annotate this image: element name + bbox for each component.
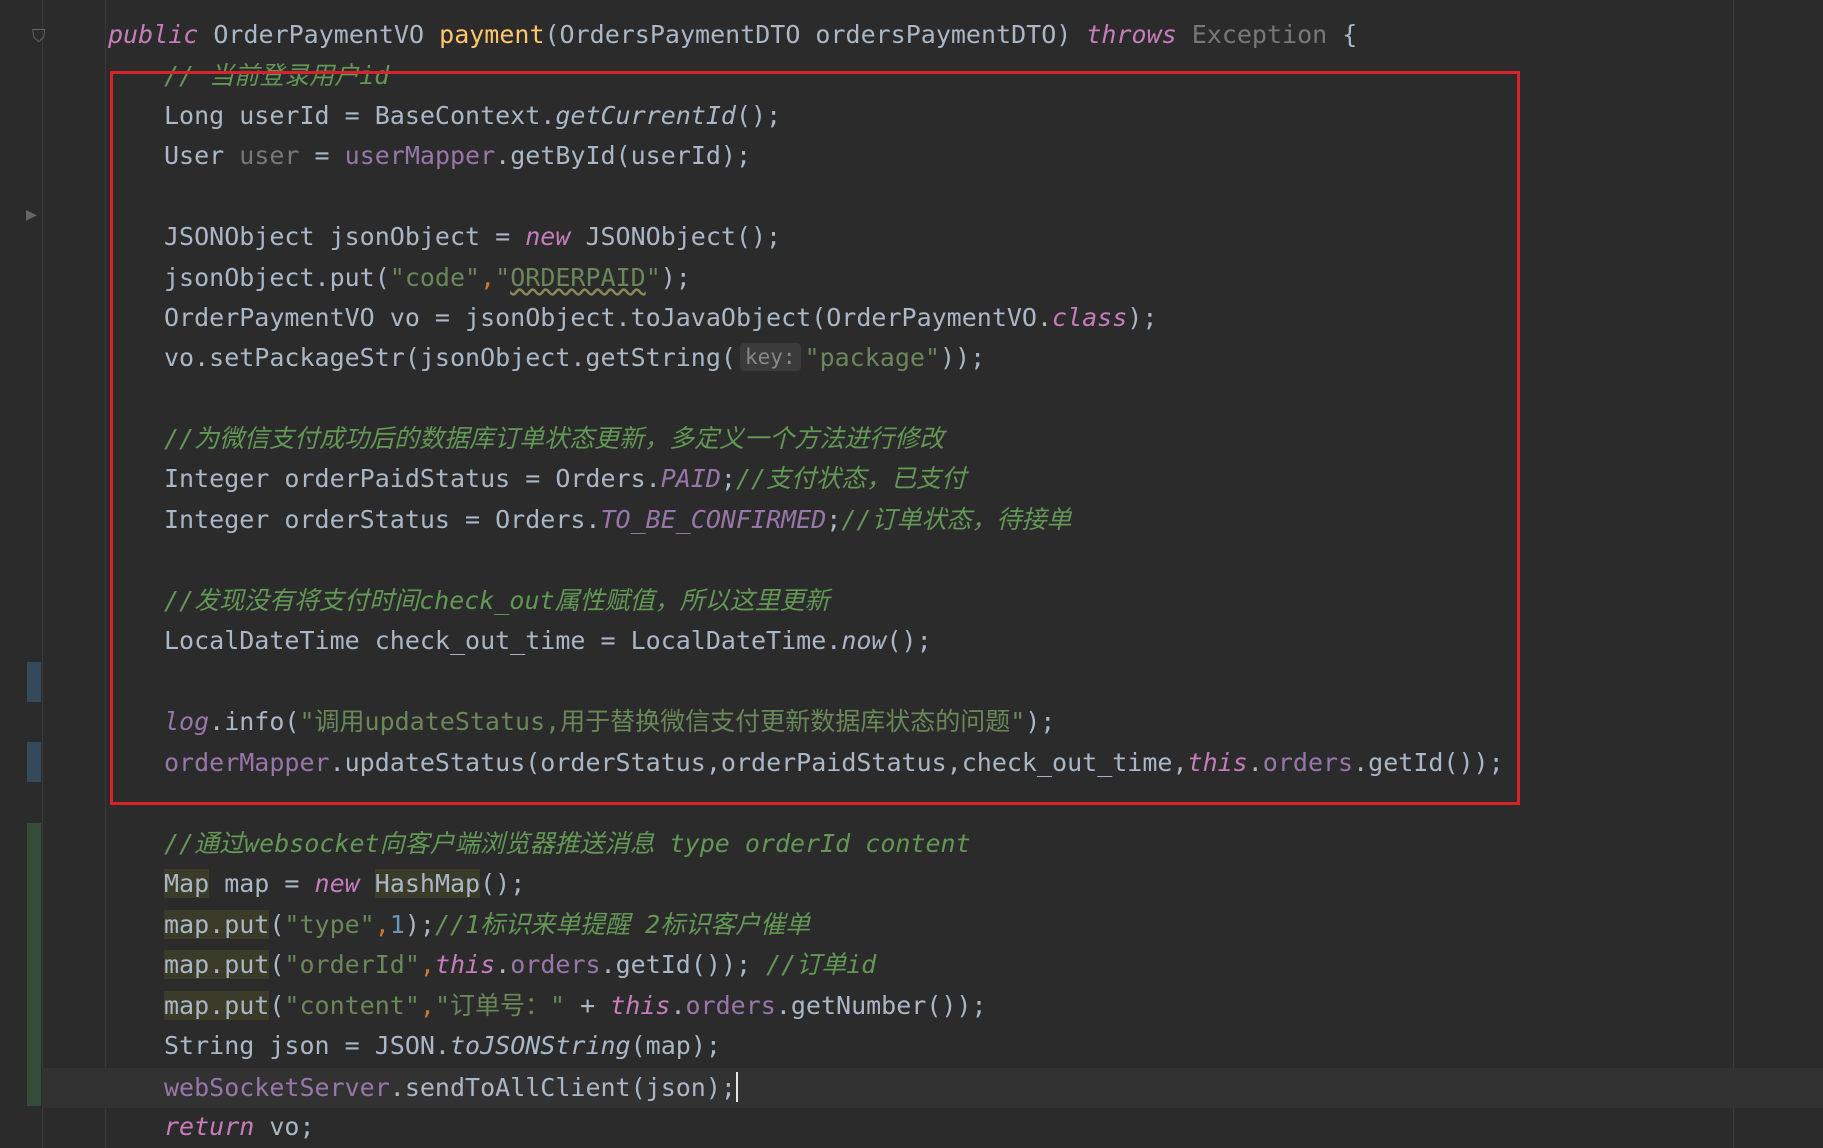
keyword: new bbox=[314, 869, 360, 898]
code-comment: //通过websocket向客户端浏览器推送消息 type orderId co… bbox=[164, 829, 971, 858]
code-text: (); bbox=[480, 869, 526, 898]
code-text: map = bbox=[209, 869, 315, 898]
code-text: (map); bbox=[630, 1031, 721, 1060]
highlight-box bbox=[110, 71, 1520, 805]
code-line: map.put("type",1);//1标识来单提醒 2标识客户催单 bbox=[164, 905, 810, 945]
parameters: (OrdersPaymentDTO ordersPaymentDTO) bbox=[544, 20, 1087, 49]
keyword: throws bbox=[1086, 20, 1177, 49]
string-literal: "content" bbox=[284, 991, 420, 1020]
code-text: ); bbox=[404, 910, 435, 939]
code-line: return vo; bbox=[164, 1107, 315, 1147]
punctuation: , bbox=[419, 991, 435, 1020]
keyword: this bbox=[610, 991, 671, 1020]
method-call: map.put bbox=[164, 910, 270, 939]
brace: { bbox=[1327, 20, 1358, 49]
code-text: ( bbox=[269, 991, 285, 1020]
field-name: webSocketServer bbox=[164, 1073, 390, 1102]
string-literal: "订单号：" bbox=[434, 991, 566, 1020]
type-name: OrderPaymentVO bbox=[198, 20, 440, 49]
code-text: . bbox=[670, 991, 686, 1020]
punctuation: , bbox=[374, 910, 390, 939]
code-line: String json = JSON.toJSONString(map); bbox=[164, 1026, 721, 1066]
method-name: payment bbox=[439, 20, 545, 49]
code-text: ( bbox=[269, 910, 285, 939]
code-line: map.put("content","订单号：" + this.orders.g… bbox=[164, 986, 987, 1026]
code-text: .getNumber()); bbox=[775, 991, 987, 1020]
code-line: Map map = new HashMap(); bbox=[164, 864, 525, 904]
type-name: Map bbox=[164, 869, 210, 898]
code-text: .sendToAllClient(json); bbox=[389, 1073, 736, 1102]
method-call: map.put bbox=[164, 991, 270, 1020]
keyword: public bbox=[108, 20, 199, 49]
field-name: orders bbox=[510, 950, 601, 979]
field-name: orders bbox=[685, 991, 776, 1020]
method-name: toJSONString bbox=[449, 1031, 631, 1060]
code-text: vo; bbox=[254, 1112, 315, 1141]
inline-comment: //1标识来单提醒 2标识客户催单 bbox=[434, 910, 811, 939]
punctuation: , bbox=[419, 950, 435, 979]
code-text: String json = JSON. bbox=[164, 1031, 450, 1060]
keyword: return bbox=[164, 1112, 255, 1141]
keyword: this bbox=[434, 950, 496, 979]
code-text: ( bbox=[269, 950, 285, 979]
code-line: webSocketServer.sendToAllClient(json); bbox=[164, 1068, 738, 1108]
code-text: . bbox=[495, 950, 511, 979]
exception-type: Exception bbox=[1176, 20, 1328, 49]
code-text: + bbox=[565, 991, 611, 1020]
method-call: map.put bbox=[164, 950, 270, 979]
string-literal: "orderId" bbox=[284, 950, 420, 979]
string-literal: "type" bbox=[284, 910, 375, 939]
code-text: .getId()); bbox=[600, 950, 767, 979]
inline-comment: //订单id bbox=[766, 950, 877, 979]
type-name: HashMap bbox=[374, 869, 481, 898]
code-line: map.put("orderId",this.orders.getId()); … bbox=[164, 945, 876, 985]
number-literal: 1 bbox=[389, 910, 405, 939]
text-caret bbox=[735, 1072, 738, 1102]
code-line: public OrderPaymentVO payment(OrdersPaym… bbox=[108, 15, 1357, 55]
